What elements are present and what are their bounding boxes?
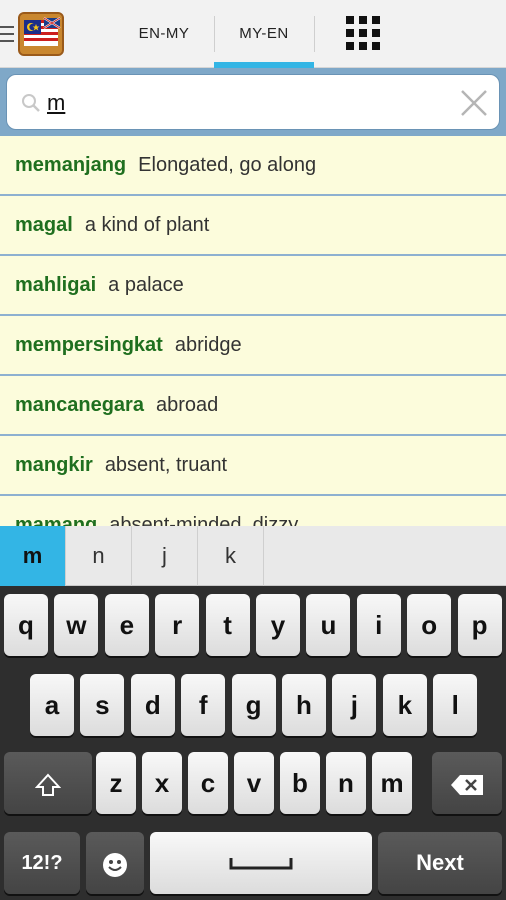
apps-grid-icon[interactable] (346, 16, 380, 50)
key-g[interactable]: g (231, 674, 276, 736)
list-item[interactable]: mamang absent-minded, dizzy (0, 496, 506, 526)
key-o[interactable]: o (407, 594, 452, 656)
entry-definition: abridge (174, 334, 242, 356)
tab-en-my-label: EN-MY (138, 25, 190, 42)
app-logo-flag-icon[interactable] (18, 12, 64, 56)
backspace-icon (451, 775, 483, 796)
backspace-key[interactable] (432, 752, 502, 814)
tab-en-my[interactable]: EN-MY (114, 0, 214, 68)
key-l[interactable]: l (433, 674, 478, 736)
list-item[interactable]: mahligai a palace (0, 256, 506, 316)
search-input[interactable] (47, 85, 447, 121)
key-r[interactable]: r (155, 594, 200, 656)
entry-definition: absent, truant (104, 454, 228, 476)
key-i[interactable]: i (356, 594, 401, 656)
key-q[interactable]: q (4, 594, 48, 656)
menu-icon[interactable] (0, 26, 14, 42)
shift-key[interactable] (4, 752, 92, 814)
key-f[interactable]: f (181, 674, 226, 736)
key-n[interactable]: n (326, 752, 366, 814)
entry-definition: Elongated, go along (138, 154, 317, 176)
divider (314, 16, 315, 52)
suggestion-strip: m n j k (0, 526, 506, 586)
entry-definition: a palace (108, 274, 184, 296)
search-bar (0, 68, 506, 136)
key-m[interactable]: m (372, 752, 412, 814)
emoji-key[interactable] (86, 832, 144, 894)
entry-definition: a kind of plant (84, 214, 210, 236)
next-key[interactable]: Next (378, 832, 502, 894)
keyboard: 12!? Next qwertyuiop asdfghjkl zxcvbnm (0, 586, 506, 900)
suggestion-n[interactable]: n (66, 526, 132, 586)
results-list: memanjang Elongated, go along magal a kind … (0, 136, 506, 526)
key-s[interactable]: s (80, 674, 125, 736)
symbols-key[interactable]: 12!? (4, 832, 80, 894)
list-item[interactable]: mempersingkat abridge (0, 316, 506, 376)
key-a[interactable]: a (30, 674, 74, 736)
entry-definition: abroad (155, 394, 219, 416)
key-x[interactable]: x (142, 752, 182, 814)
tab-my-en-label: MY-EN (239, 25, 289, 42)
tab-my-en[interactable]: MY-EN (214, 0, 314, 68)
list-item[interactable]: memanjang Elongated, go along (0, 136, 506, 196)
search-box (6, 74, 500, 130)
entry-word: magal (15, 214, 73, 236)
entry-definition: absent-minded, dizzy (109, 514, 299, 526)
entry-word: memanjang (15, 154, 127, 176)
suggestion-k[interactable]: k (198, 526, 264, 586)
shift-icon (34, 773, 62, 797)
key-c[interactable]: c (188, 752, 228, 814)
key-j[interactable]: j (332, 674, 377, 736)
key-t[interactable]: t (205, 594, 250, 656)
space-icon (229, 858, 293, 870)
key-e[interactable]: e (104, 594, 149, 656)
key-b[interactable]: b (280, 752, 320, 814)
key-v[interactable]: v (234, 752, 274, 814)
list-item[interactable]: mangkir absent, truant (0, 436, 506, 496)
key-z[interactable]: z (96, 752, 136, 814)
clear-icon[interactable] (459, 88, 489, 118)
entry-word: mahligai (15, 274, 97, 296)
key-h[interactable]: h (282, 674, 326, 736)
key-u[interactable]: u (306, 594, 351, 656)
entry-word: mempersingkat (15, 334, 163, 356)
key-w[interactable]: w (54, 594, 99, 656)
entry-word: mancanegara (15, 394, 144, 416)
smiley-icon (103, 853, 127, 878)
key-d[interactable]: d (130, 674, 175, 736)
suggestion-j[interactable]: j (132, 526, 198, 586)
key-y[interactable]: y (256, 594, 300, 656)
suggestion-m[interactable]: m (0, 526, 66, 586)
app-bar: EN-MY MY-EN (0, 0, 506, 68)
entry-word: mamang (15, 514, 98, 526)
list-item[interactable]: magal a kind of plant (0, 196, 506, 256)
entry-word: mangkir (15, 454, 93, 476)
key-p[interactable]: p (457, 594, 502, 656)
space-key[interactable] (150, 832, 372, 894)
list-item[interactable]: mancanegara abroad (0, 376, 506, 436)
key-k[interactable]: k (382, 674, 427, 736)
search-icon (22, 94, 40, 112)
